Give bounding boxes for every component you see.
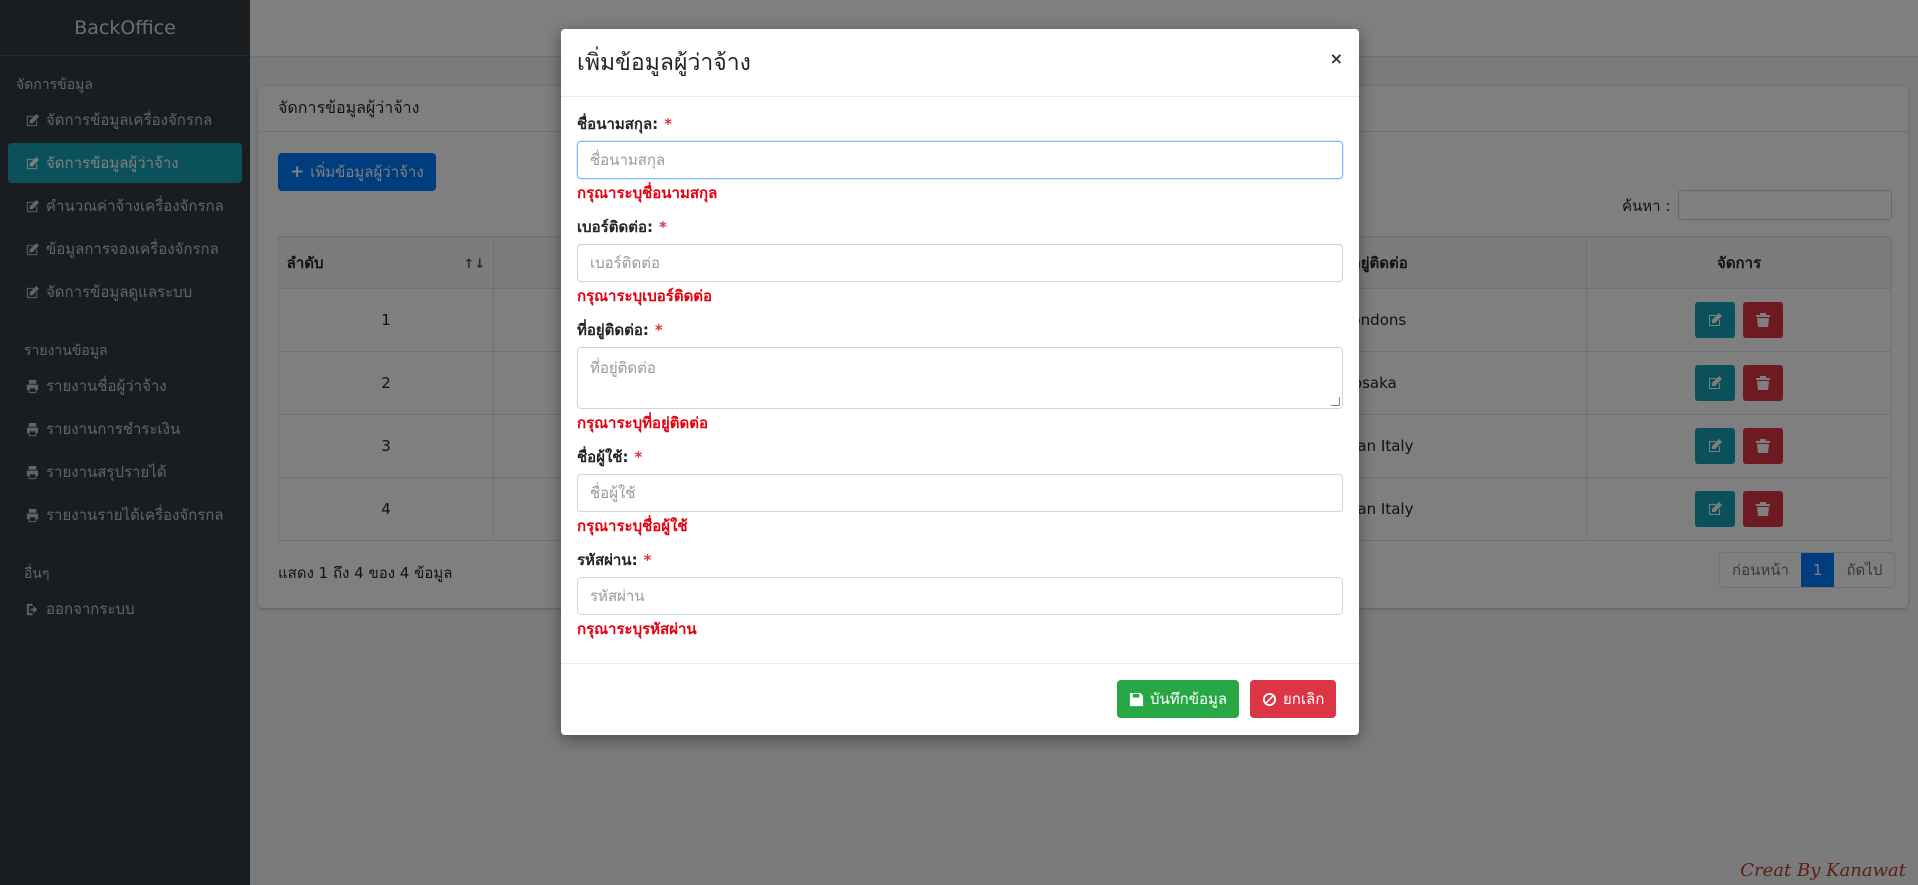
modal-body: ชื่อนามสกุล: * ชื่อนามสกุล กรุณาระบุชื่อน… [561, 97, 1359, 642]
fullname-label: ชื่อนามสกุล: [577, 115, 659, 133]
save-button[interactable]: บันทึกข้อมูล [1117, 680, 1240, 718]
phone-input[interactable]: เบอร์ติดต่อ [577, 244, 1343, 282]
required-mark: * [634, 448, 643, 466]
ban-icon [1262, 692, 1277, 706]
cancel-button[interactable]: ยกเลิก [1250, 680, 1337, 718]
field-username: ชื่อผู้ใช้: * ชื่อผู้ใช้ กรุณาระบุชื่อผู้… [577, 446, 1343, 539]
username-error: กรุณาระบุชื่อผู้ใช้ [577, 517, 688, 535]
fullname-error: กรุณาระบุชื่อนามสกุล [577, 184, 718, 202]
username-input[interactable]: ชื่อผู้ใช้ [577, 474, 1343, 512]
address-error: กรุณาระบุที่อยู่ติดต่อ [577, 414, 709, 432]
field-address: ที่อยู่ติดต่อ: * ที่อยู่ติดต่อ กรุณาระบุท… [577, 319, 1343, 436]
required-mark: * [654, 321, 663, 339]
modal-header: เพิ่มข้อมูลผู้ว่าจ้าง [561, 29, 1359, 97]
close-icon[interactable]: × [1330, 49, 1343, 68]
phone-label: เบอร์ติดต่อ: [577, 218, 653, 236]
add-employer-modal: เพิ่มข้อมูลผู้ว่าจ้าง × ชื่อนามสกุล: * ชื… [561, 29, 1359, 735]
address-textarea[interactable]: ที่อยู่ติดต่อ [577, 347, 1343, 409]
password-label: รหัสผ่าน: [577, 551, 638, 569]
password-error: กรุณาระบุรหัสผ่าน [577, 620, 697, 638]
required-mark: * [664, 115, 673, 133]
required-mark: * [643, 551, 652, 569]
cancel-label: ยกเลิก [1283, 690, 1325, 708]
field-fullname: ชื่อนามสกุล: * ชื่อนามสกุล กรุณาระบุชื่อน… [577, 113, 1343, 206]
fullname-input[interactable]: ชื่อนามสกุล [577, 141, 1343, 179]
modal-title: เพิ่มข้อมูลผู้ว่าจ้าง [577, 49, 751, 76]
username-label: ชื่อผู้ใช้: [577, 448, 629, 466]
save-icon [1129, 692, 1144, 706]
required-mark: * [658, 218, 667, 236]
phone-error: กรุณาระบุเบอร์ติดต่อ [577, 287, 713, 305]
address-label: ที่อยู่ติดต่อ: [577, 321, 649, 339]
save-label: บันทึกข้อมูล [1150, 690, 1228, 708]
field-password: รหัสผ่าน: * รหัสผ่าน กรุณาระบุรหัสผ่าน [577, 549, 1343, 642]
modal-footer: บันทึกข้อมูล ยกเลิก [561, 663, 1359, 735]
field-phone: เบอร์ติดต่อ: * เบอร์ติดต่อ กรุณาระบุเบอร์… [577, 216, 1343, 309]
password-input[interactable]: รหัสผ่าน [577, 577, 1343, 615]
